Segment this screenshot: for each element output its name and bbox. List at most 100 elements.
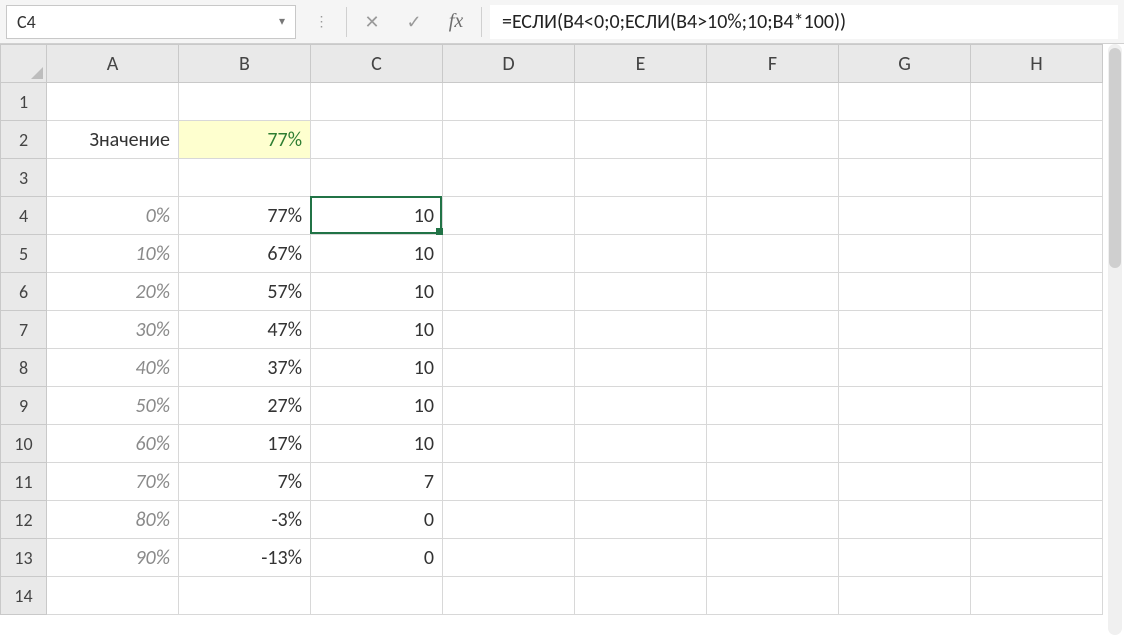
cell-D9[interactable]: [443, 387, 575, 425]
cell-B11[interactable]: 7%: [179, 463, 311, 501]
row-header-1[interactable]: 1: [1, 83, 47, 121]
cell-C5[interactable]: 10: [311, 235, 443, 273]
col-header-B[interactable]: B: [179, 45, 311, 83]
cell-B8[interactable]: 37%: [179, 349, 311, 387]
cell-H6[interactable]: [971, 273, 1103, 311]
cell-B1[interactable]: [179, 83, 311, 121]
cell-C4[interactable]: 10: [311, 197, 443, 235]
cell-D14[interactable]: [443, 577, 575, 615]
scrollbar-thumb[interactable]: [1109, 48, 1121, 268]
cell-B12[interactable]: -3%: [179, 501, 311, 539]
cell-F14[interactable]: [707, 577, 839, 615]
cell-C10[interactable]: 10: [311, 425, 443, 463]
cell-F1[interactable]: [707, 83, 839, 121]
cell-C13[interactable]: 0: [311, 539, 443, 577]
cell-C14[interactable]: [311, 577, 443, 615]
cell-H3[interactable]: [971, 159, 1103, 197]
vertical-scrollbar[interactable]: [1108, 44, 1122, 635]
cell-B3[interactable]: [179, 159, 311, 197]
cell-F13[interactable]: [707, 539, 839, 577]
cell-C9[interactable]: 10: [311, 387, 443, 425]
cell-G14[interactable]: [839, 577, 971, 615]
row-header-10[interactable]: 10: [1, 425, 47, 463]
cell-H10[interactable]: [971, 425, 1103, 463]
col-header-F[interactable]: F: [707, 45, 839, 83]
cell-C8[interactable]: 10: [311, 349, 443, 387]
cell-F2[interactable]: [707, 121, 839, 159]
cell-G8[interactable]: [839, 349, 971, 387]
col-header-E[interactable]: E: [575, 45, 707, 83]
cell-B9[interactable]: 27%: [179, 387, 311, 425]
cell-A8[interactable]: 40%: [47, 349, 179, 387]
cell-C3[interactable]: [311, 159, 443, 197]
row-header-14[interactable]: 14: [1, 577, 47, 615]
cell-F4[interactable]: [707, 197, 839, 235]
col-header-H[interactable]: H: [971, 45, 1103, 83]
worksheet[interactable]: A B C D E F G H 12Значение77%340%77%1051…: [0, 44, 1124, 639]
cell-G13[interactable]: [839, 539, 971, 577]
row-header-3[interactable]: 3: [1, 159, 47, 197]
cell-G11[interactable]: [839, 463, 971, 501]
cell-A1[interactable]: [47, 83, 179, 121]
cell-B10[interactable]: 17%: [179, 425, 311, 463]
cell-B6[interactable]: 57%: [179, 273, 311, 311]
row-header-13[interactable]: 13: [1, 539, 47, 577]
row-header-6[interactable]: 6: [1, 273, 47, 311]
col-header-D[interactable]: D: [443, 45, 575, 83]
col-header-C[interactable]: C: [311, 45, 443, 83]
formula-bar-expand-icon[interactable]: ⋮: [304, 5, 338, 39]
cell-F3[interactable]: [707, 159, 839, 197]
cell-E13[interactable]: [575, 539, 707, 577]
cell-D6[interactable]: [443, 273, 575, 311]
cell-H12[interactable]: [971, 501, 1103, 539]
cell-C6[interactable]: 10: [311, 273, 443, 311]
cell-G7[interactable]: [839, 311, 971, 349]
cell-E8[interactable]: [575, 349, 707, 387]
cell-B7[interactable]: 47%: [179, 311, 311, 349]
cell-H13[interactable]: [971, 539, 1103, 577]
cell-H5[interactable]: [971, 235, 1103, 273]
cell-F11[interactable]: [707, 463, 839, 501]
cell-C2[interactable]: [311, 121, 443, 159]
cell-F12[interactable]: [707, 501, 839, 539]
cell-E4[interactable]: [575, 197, 707, 235]
name-box[interactable]: C4 ▾: [6, 5, 296, 39]
cell-D3[interactable]: [443, 159, 575, 197]
cell-E14[interactable]: [575, 577, 707, 615]
cell-A10[interactable]: 60%: [47, 425, 179, 463]
cell-H14[interactable]: [971, 577, 1103, 615]
cell-F5[interactable]: [707, 235, 839, 273]
cell-G3[interactable]: [839, 159, 971, 197]
cell-E7[interactable]: [575, 311, 707, 349]
cell-E3[interactable]: [575, 159, 707, 197]
cell-E12[interactable]: [575, 501, 707, 539]
cell-H7[interactable]: [971, 311, 1103, 349]
fx-icon[interactable]: fx: [439, 10, 473, 33]
cell-A9[interactable]: 50%: [47, 387, 179, 425]
cell-A11[interactable]: 70%: [47, 463, 179, 501]
cell-G10[interactable]: [839, 425, 971, 463]
cell-E5[interactable]: [575, 235, 707, 273]
cell-C11[interactable]: 7: [311, 463, 443, 501]
cell-F6[interactable]: [707, 273, 839, 311]
cell-H11[interactable]: [971, 463, 1103, 501]
cell-D4[interactable]: [443, 197, 575, 235]
cell-G5[interactable]: [839, 235, 971, 273]
cell-B13[interactable]: -13%: [179, 539, 311, 577]
cell-D11[interactable]: [443, 463, 575, 501]
cell-H2[interactable]: [971, 121, 1103, 159]
cell-G9[interactable]: [839, 387, 971, 425]
select-all-corner[interactable]: [1, 45, 47, 83]
cell-B5[interactable]: 67%: [179, 235, 311, 273]
cell-B14[interactable]: [179, 577, 311, 615]
cell-C1[interactable]: [311, 83, 443, 121]
cell-C7[interactable]: 10: [311, 311, 443, 349]
cell-G1[interactable]: [839, 83, 971, 121]
cell-G4[interactable]: [839, 197, 971, 235]
col-header-A[interactable]: A: [47, 45, 179, 83]
cell-F10[interactable]: [707, 425, 839, 463]
cell-A2[interactable]: Значение: [47, 121, 179, 159]
cell-F9[interactable]: [707, 387, 839, 425]
cell-A12[interactable]: 80%: [47, 501, 179, 539]
cell-B4[interactable]: 77%: [179, 197, 311, 235]
